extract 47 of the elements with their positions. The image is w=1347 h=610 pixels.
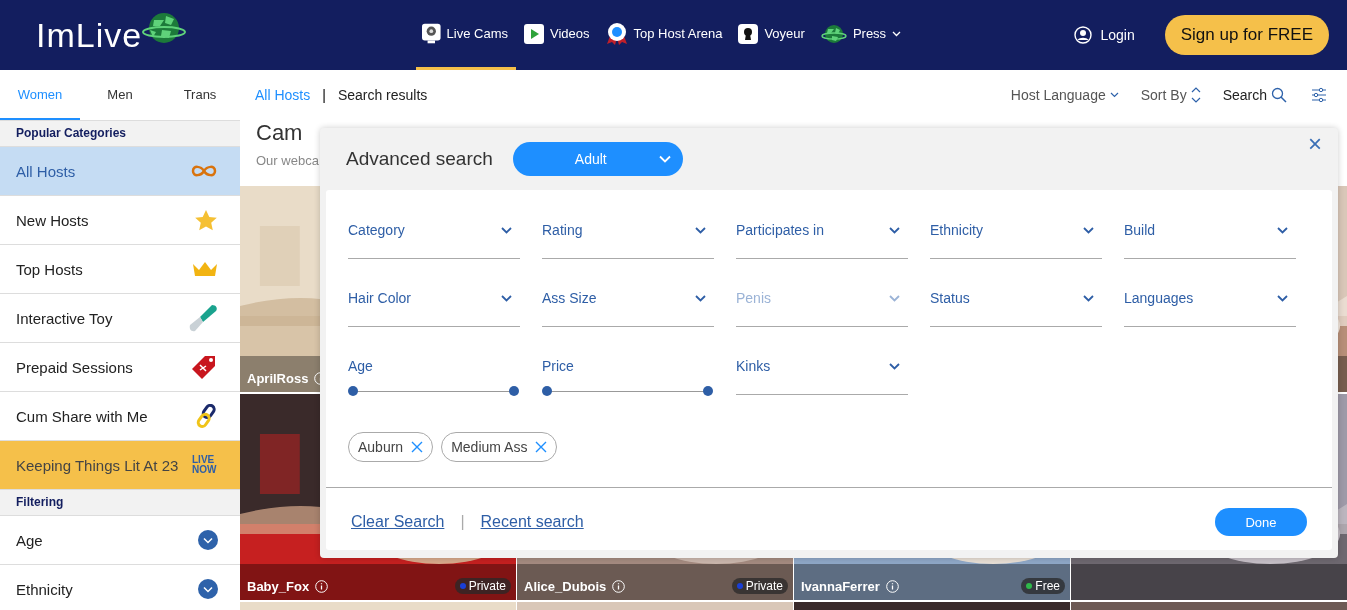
status-label: Private (468, 579, 506, 593)
select-field[interactable]: Hair Color (348, 290, 520, 327)
sidebar-item[interactable]: All Hosts (0, 147, 240, 196)
select-field[interactable]: Ass Size (542, 290, 714, 327)
page-subtitle: Our webca (256, 152, 319, 170)
section-heading: Filtering (0, 490, 240, 516)
recent-search-link[interactable]: Recent search (480, 513, 584, 531)
select-field[interactable]: Rating (542, 222, 714, 259)
nav-tab[interactable]: Top Host Arena (597, 0, 731, 70)
signup-button[interactable]: Sign up for FREE (1164, 15, 1329, 55)
select-field[interactable]: Languages (1124, 290, 1296, 327)
sidebar-item[interactable]: Age (0, 516, 240, 565)
nav-tab[interactable]: Press (812, 0, 910, 70)
breadcrumb-current: Search results (337, 87, 428, 103)
sort-dropdown[interactable]: Sort By (1140, 86, 1201, 104)
logo-text[interactable]: ImLive (36, 15, 143, 55)
search-link[interactable]: Search (1222, 87, 1287, 103)
login-link[interactable]: Login (1074, 26, 1135, 44)
sidebar-item[interactable]: Top Hosts (0, 245, 240, 294)
select-field[interactable]: Kinks (736, 358, 908, 395)
host-name[interactable]: Alice_Dubois (524, 578, 607, 594)
close-button[interactable]: × (1304, 130, 1326, 158)
select-field[interactable]: Status (930, 290, 1102, 327)
status-label: Private (745, 579, 783, 593)
host-name[interactable]: IvannaFerrer (801, 578, 880, 594)
nav-tab[interactable]: Live Cams (416, 0, 516, 70)
link-separator: | (460, 513, 465, 531)
sidebar-item[interactable]: Keeping Things Lit At 23 LIVE NOW (0, 441, 240, 490)
section-heading: Popular Categories (0, 121, 240, 147)
select-field[interactable]: Category (348, 222, 520, 259)
breadcrumb-separator: | (322, 87, 326, 103)
sidebar-item[interactable]: Interactive Toy (0, 294, 240, 343)
language-dropdown[interactable]: Host Language (1010, 87, 1119, 103)
status-label: Free (1035, 579, 1060, 593)
nav-tab[interactable]: Voyeur (730, 0, 813, 70)
clear-search-link[interactable]: Clear Search (351, 513, 445, 531)
sidebar-item[interactable]: Prepaid Sessions (0, 343, 240, 392)
range-slider[interactable]: Age (348, 358, 520, 400)
host-name[interactable]: AprilRoss (247, 371, 309, 386)
dialog-title: Advanced search (346, 148, 493, 170)
select-field[interactable]: Build (1124, 222, 1296, 259)
select-field[interactable]: Ethnicity (930, 222, 1102, 259)
range-slider[interactable]: Price (542, 358, 714, 400)
select-field[interactable]: Participates in (736, 222, 908, 259)
page-title: Cam (256, 120, 303, 146)
nav-tab[interactable]: Videos (516, 0, 598, 70)
host-name[interactable]: Baby_Fox (247, 578, 310, 594)
